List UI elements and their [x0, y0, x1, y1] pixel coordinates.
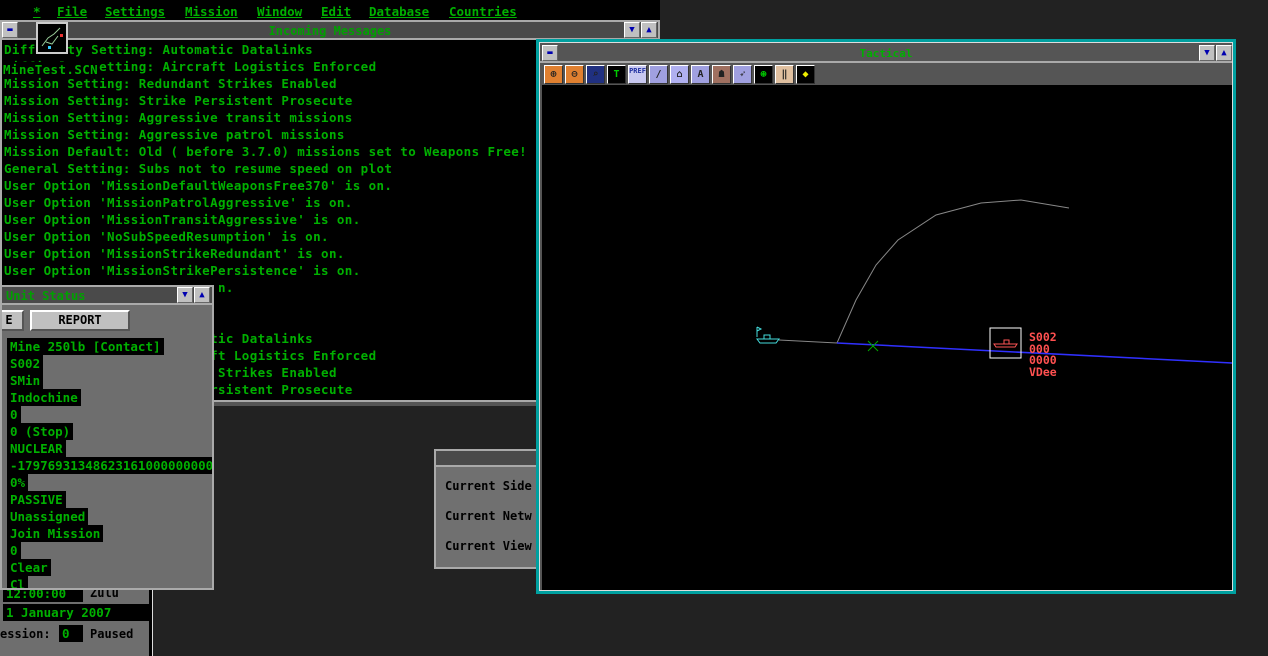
tactical-title: Tactical [859, 47, 913, 60]
radar-icon[interactable]: ⌂ [670, 65, 689, 84]
pref-button[interactable]: PREF [628, 65, 647, 84]
ship-icon [756, 326, 780, 344]
minimize-button[interactable]: ▼ [177, 287, 193, 303]
messages-title-bar[interactable]: Incoming Messages [2, 22, 658, 40]
current-side-label: Current Side [445, 479, 532, 493]
tactical-map[interactable]: S002 000 0000 VDee [542, 85, 1233, 590]
unit-field: Indochine [7, 389, 81, 406]
menu-countries[interactable]: Countries [449, 4, 517, 19]
submarine-icon [993, 339, 1018, 348]
unit-field: Cl [7, 576, 29, 588]
ammo-icon[interactable]: ‖ [775, 65, 794, 84]
target-icon[interactable]: ⊛ [754, 65, 773, 84]
unit-field: NUCLEAR [7, 440, 66, 457]
unit-field: PASSIVE [7, 491, 66, 508]
message-line: User Option 'NoSubSpeedResumption' is on… [4, 229, 329, 244]
minimize-button[interactable]: ▼ [624, 22, 640, 38]
message-line: Mission Setting: Aggressive transit miss… [4, 110, 353, 125]
selection-box [989, 327, 1022, 359]
session-value: 0 [59, 625, 83, 642]
scenario-label: MineTest.SCN [3, 62, 99, 77]
zoom-in-icon[interactable]: ⊕ [544, 65, 563, 84]
message-line: User Option 'MissionTransitAggressive' i… [4, 212, 361, 227]
zoom-find-icon[interactable]: ⌕ [586, 65, 605, 84]
current-network-label: Current Netw [445, 509, 532, 523]
tactical-window: Tactical ▬ ▼ ▲ ⊕ ⊖ ⌕ T PREF / ⌂ A ☗ ➶ ⊛ ‖ ◆ S002 000 0… [536, 39, 1236, 594]
system-menu-button[interactable]: ▬ [542, 45, 558, 61]
current-view-label: Current View [445, 539, 532, 553]
unit-field: Clear [7, 559, 51, 576]
track-gray [778, 199, 1070, 344]
unit-field: SMin [7, 372, 44, 389]
unit-field: Mine 250lb [Contact] [7, 338, 164, 355]
message-line: User Option 'MissionStrikeRedundant' is … [4, 246, 345, 261]
message-line: User Option 'MissionDefaultWeaponsFree37… [4, 178, 393, 193]
menu-database[interactable]: Database [369, 4, 429, 19]
message-line: User Option 'MissionPatrolAggressive' is… [4, 195, 353, 210]
date: 1 January 2007 [3, 604, 149, 621]
weapon-icon[interactable]: / [649, 65, 668, 84]
message-line: Mission Default: Old ( before 3.7.0) mis… [4, 144, 528, 159]
range-icon[interactable]: T [607, 65, 626, 84]
message-line: User Option 'MissionStrikePersistence' i… [4, 263, 361, 278]
waypoint-x-icon [867, 340, 879, 352]
tower-icon[interactable]: A [691, 65, 710, 84]
system-menu-button[interactable]: ▬ [2, 22, 18, 38]
menu-file[interactable]: File [57, 4, 87, 19]
pause-state[interactable]: Paused [90, 627, 133, 641]
map-canvas [756, 199, 1233, 364]
message-line: General Setting: Subs not to resume spee… [4, 161, 393, 176]
dialog-title-bar[interactable] [436, 451, 538, 467]
unit-field: 0 [7, 406, 21, 423]
message-line: Mission Setting: Redundant Strikes Enabl… [4, 76, 337, 91]
tag-icon[interactable]: ◆ [796, 65, 815, 84]
unit-field: 0 (Stop) [7, 423, 74, 440]
zoom-out-icon[interactable]: ⊖ [565, 65, 584, 84]
session-label: ession: [0, 627, 51, 641]
left-button[interactable]: E [2, 310, 24, 331]
messages-title: Incoming Messages [268, 24, 392, 38]
maximize-button[interactable]: ▲ [1216, 45, 1232, 61]
missile-icon[interactable]: ➶ [733, 65, 752, 84]
menu-edit[interactable]: Edit [321, 4, 351, 19]
menu-settings[interactable]: Settings [105, 4, 165, 19]
unit-field: -17976931348623161000000000 [7, 457, 212, 474]
minimize-button[interactable]: ▼ [1199, 45, 1215, 61]
unit-field: 0 [7, 542, 21, 559]
maximize-button[interactable]: ▲ [194, 287, 210, 303]
unit-field: Join Mission [7, 525, 104, 542]
unit-status-title: Unit Status [6, 289, 86, 303]
maximize-button[interactable]: ▲ [641, 22, 657, 38]
menu-mission[interactable]: Mission [185, 4, 238, 19]
unit-status-window: Unit Status ▼ ▲ E REPORT Mine 250lb [Con… [0, 285, 214, 590]
tactical-title-bar[interactable]: Tactical [540, 43, 1232, 63]
unit-field: S002 [7, 355, 44, 372]
contact-label-line: VDee [1029, 364, 1057, 379]
menu-star[interactable]: * [33, 4, 41, 19]
menu-bar: * File Settings Mission Window Edit Data… [0, 0, 660, 20]
report-button[interactable]: REPORT [30, 310, 130, 331]
unit-field: 0% [7, 474, 29, 491]
side-info-dialog: Current Side Current Netw Current View [434, 449, 540, 569]
unit-field: Unassigned [7, 508, 89, 525]
menu-window[interactable]: Window [257, 4, 302, 19]
contact-label: S002 000 0000 VDee [1029, 331, 1057, 379]
commander-icon[interactable]: ☗ [712, 65, 731, 84]
scenario-icon[interactable] [36, 22, 68, 54]
time-panel: 12:00:00 Zulu 1 January 2007 ession: 0 P… [0, 585, 152, 656]
message-line: Mission Setting: Aggressive patrol missi… [4, 127, 345, 142]
message-line: Mission Setting: Strike Persistent Prose… [4, 93, 353, 108]
